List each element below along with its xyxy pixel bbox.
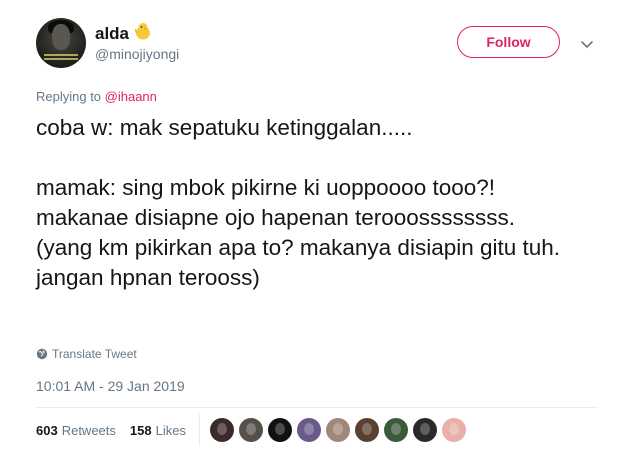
liker-avatar[interactable]: [239, 418, 263, 442]
retweets-stat[interactable]: 603 Retweets: [36, 423, 116, 438]
liker-avatar[interactable]: [442, 418, 466, 442]
tweet-timestamp[interactable]: 10:01 AM - 29 Jan 2019: [36, 378, 185, 394]
follow-button[interactable]: Follow: [457, 26, 560, 58]
replying-to-line: Replying to @ihaann: [36, 89, 157, 104]
translate-tweet-link[interactable]: Translate Tweet: [36, 347, 137, 361]
likes-count: 158: [129, 423, 152, 438]
globe-icon: [36, 348, 48, 360]
stats-separator: [199, 414, 200, 446]
author-name-row[interactable]: alda: [95, 21, 153, 46]
stats-top-divider: [36, 407, 598, 408]
chick-emoji-icon: [133, 21, 153, 46]
retweets-count: 603: [36, 423, 58, 438]
liker-avatar[interactable]: [210, 418, 234, 442]
retweets-label: Retweets: [61, 423, 116, 438]
reply-mention-link[interactable]: @ihaann: [105, 89, 157, 104]
liker-avatar[interactable]: [384, 418, 408, 442]
likes-label: Likes: [155, 423, 186, 438]
liker-avatar[interactable]: [297, 418, 321, 442]
tweet-stats: 603 Retweets 158 Likes: [36, 423, 186, 438]
avatar-caption-lines: [44, 54, 78, 56]
tweet-text: coba w: mak sepatuku ketinggalan..... ma…: [36, 115, 561, 290]
liker-avatar[interactable]: [413, 418, 437, 442]
chevron-down-icon[interactable]: [580, 37, 594, 55]
liker-avatar[interactable]: [268, 418, 292, 442]
author-display-name[interactable]: alda: [95, 24, 129, 44]
liker-avatar[interactable]: [355, 418, 379, 442]
liker-avatars: [210, 418, 471, 442]
replying-prefix: Replying to: [36, 89, 105, 104]
likes-stat[interactable]: 158 Likes: [130, 423, 186, 438]
liker-avatar[interactable]: [326, 418, 350, 442]
author-avatar[interactable]: [36, 18, 86, 68]
author-handle[interactable]: @minojiyongi: [95, 46, 179, 62]
avatar-face: [52, 24, 70, 50]
translate-label[interactable]: Translate Tweet: [52, 347, 137, 361]
